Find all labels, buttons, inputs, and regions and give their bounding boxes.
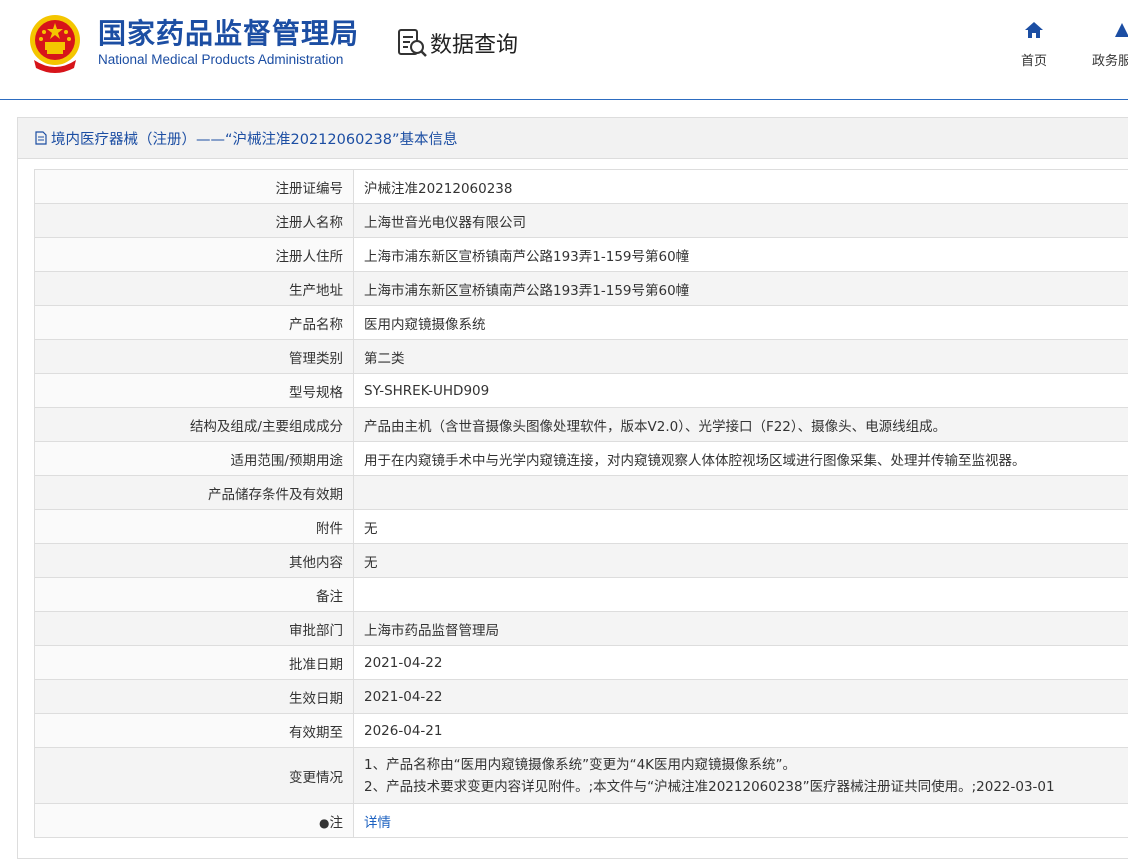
table-row: 其他内容 无 <box>35 544 1128 578</box>
table-row: 管理类别 第二类 <box>35 340 1128 374</box>
row-value-note: 详情 <box>354 804 1128 838</box>
row-label: 注册人住所 <box>35 238 354 272</box>
lightbulb-icon: ● <box>319 816 329 830</box>
row-label: 适用范围/预期用途 <box>35 442 354 476</box>
table-row: 生效日期 2021-04-22 <box>35 680 1128 714</box>
section-title: 数据查询 <box>430 27 518 59</box>
row-value: 无 <box>354 544 1128 578</box>
note-label: 注 <box>330 815 344 831</box>
table-row: 产品名称 医用内窥镜摄像系统 <box>35 306 1128 340</box>
change-line: 2、产品技术要求变更内容详见附件。;本文件与“沪械注准20212060238”医… <box>364 776 1128 798</box>
row-value: 上海市药品监督管理局 <box>354 612 1128 646</box>
row-value: 沪械注准20212060238 <box>354 170 1128 204</box>
table-row: 审批部门 上海市药品监督管理局 <box>35 612 1128 646</box>
table-row: 生产地址 上海市浦东新区宣桥镇南芦公路193弄1-159号第60幢 <box>35 272 1128 306</box>
row-value: 2026-04-21 <box>354 714 1128 748</box>
org-name-cn: 国家药品监督管理局 <box>98 12 359 52</box>
nav-gov-label: 政务服 <box>1092 50 1128 69</box>
nav-home[interactable]: 首页 <box>1012 20 1056 69</box>
row-value <box>354 578 1128 612</box>
row-label: 产品储存条件及有效期 <box>35 476 354 510</box>
table-row: 注册证编号 沪械注准20212060238 <box>35 170 1128 204</box>
table-row: 批准日期 2021-04-22 <box>35 646 1128 680</box>
row-value: 医用内窥镜摄像系统 <box>354 306 1128 340</box>
change-line: 1、产品名称由“医用内窥镜摄像系统”变更为“4K医用内窥镜摄像系统”。 <box>364 754 1128 776</box>
row-value: 第二类 <box>354 340 1128 374</box>
panel-title: 境内医疗器械（注册）——“沪械注准20212060238”基本信息 <box>51 128 458 149</box>
info-table: 注册证编号 沪械注准20212060238 注册人名称 上海世音光电仪器有限公司… <box>34 169 1128 838</box>
document-search-icon <box>396 27 428 59</box>
document-icon <box>34 131 48 145</box>
table-row-note: ●注 详情 <box>35 804 1128 838</box>
header-divider <box>0 99 1128 100</box>
table-row: 有效期至 2026-04-21 <box>35 714 1128 748</box>
row-value: 上海市浦东新区宣桥镇南芦公路193弄1-159号第60幢 <box>354 238 1128 272</box>
row-value <box>354 476 1128 510</box>
row-label: 管理类别 <box>35 340 354 374</box>
row-label: 注册证编号 <box>35 170 354 204</box>
row-value: 无 <box>354 510 1128 544</box>
row-value: 2021-04-22 <box>354 646 1128 680</box>
row-label: 有效期至 <box>35 714 354 748</box>
row-label-note: ●注 <box>35 804 354 838</box>
row-label: 结构及组成/主要组成成分 <box>35 408 354 442</box>
row-value: 2021-04-22 <box>354 680 1128 714</box>
table-row: 产品储存条件及有效期 <box>35 476 1128 510</box>
row-label: 其他内容 <box>35 544 354 578</box>
row-label: 批准日期 <box>35 646 354 680</box>
row-label: 备注 <box>35 578 354 612</box>
home-icon <box>1024 20 1044 40</box>
row-label: 生产地址 <box>35 272 354 306</box>
row-value: SY-SHREK-UHD909 <box>354 374 1128 408</box>
national-emblem-icon <box>28 12 82 74</box>
row-value: 上海世音光电仪器有限公司 <box>354 204 1128 238</box>
row-label: 生效日期 <box>35 680 354 714</box>
nav-home-label: 首页 <box>1012 50 1056 69</box>
table-row: 结构及组成/主要组成成分 产品由主机（含世音摄像头图像处理软件，版本V2.0）、… <box>35 408 1128 442</box>
table-row: 适用范围/预期用途 用于在内窥镜手术中与光学内窥镜连接，对内窥镜观察人体体腔视场… <box>35 442 1128 476</box>
row-label: 型号规格 <box>35 374 354 408</box>
table-row: 型号规格 SY-SHREK-UHD909 <box>35 374 1128 408</box>
nav-gov-service[interactable]: 政务服 <box>1092 20 1128 69</box>
gov-icon <box>1112 20 1128 40</box>
table-row: 注册人住所 上海市浦东新区宣桥镇南芦公路193弄1-159号第60幢 <box>35 238 1128 272</box>
table-row: 注册人名称 上海世音光电仪器有限公司 <box>35 204 1128 238</box>
panel-header: 境内医疗器械（注册）——“沪械注准20212060238”基本信息 <box>18 118 1128 159</box>
org-name-en: National Medical Products Administration <box>98 52 343 67</box>
row-label: 附件 <box>35 510 354 544</box>
table-row: 附件 无 <box>35 510 1128 544</box>
row-label: 变更情况 <box>35 748 354 804</box>
detail-panel: 境内医疗器械（注册）——“沪械注准20212060238”基本信息 注册证编号 … <box>17 117 1128 859</box>
row-label: 产品名称 <box>35 306 354 340</box>
row-label: 审批部门 <box>35 612 354 646</box>
row-label: 注册人名称 <box>35 204 354 238</box>
table-row: 备注 <box>35 578 1128 612</box>
data-query-title: 数据查询 <box>396 26 518 60</box>
row-value-changes: 1、产品名称由“医用内窥镜摄像系统”变更为“4K医用内窥镜摄像系统”。 2、产品… <box>354 748 1128 804</box>
row-value: 产品由主机（含世音摄像头图像处理软件，版本V2.0）、光学接口（F22）、摄像头… <box>354 408 1128 442</box>
row-value: 用于在内窥镜手术中与光学内窥镜连接，对内窥镜观察人体体腔视场区域进行图像采集、处… <box>354 442 1128 476</box>
site-header: 国家药品监督管理局 National Medical Products Admi… <box>0 0 1128 100</box>
row-value: 上海市浦东新区宣桥镇南芦公路193弄1-159号第60幢 <box>354 272 1128 306</box>
table-row-changes: 变更情况 1、产品名称由“医用内窥镜摄像系统”变更为“4K医用内窥镜摄像系统”。… <box>35 748 1128 804</box>
details-link[interactable]: 详情 <box>364 815 391 831</box>
